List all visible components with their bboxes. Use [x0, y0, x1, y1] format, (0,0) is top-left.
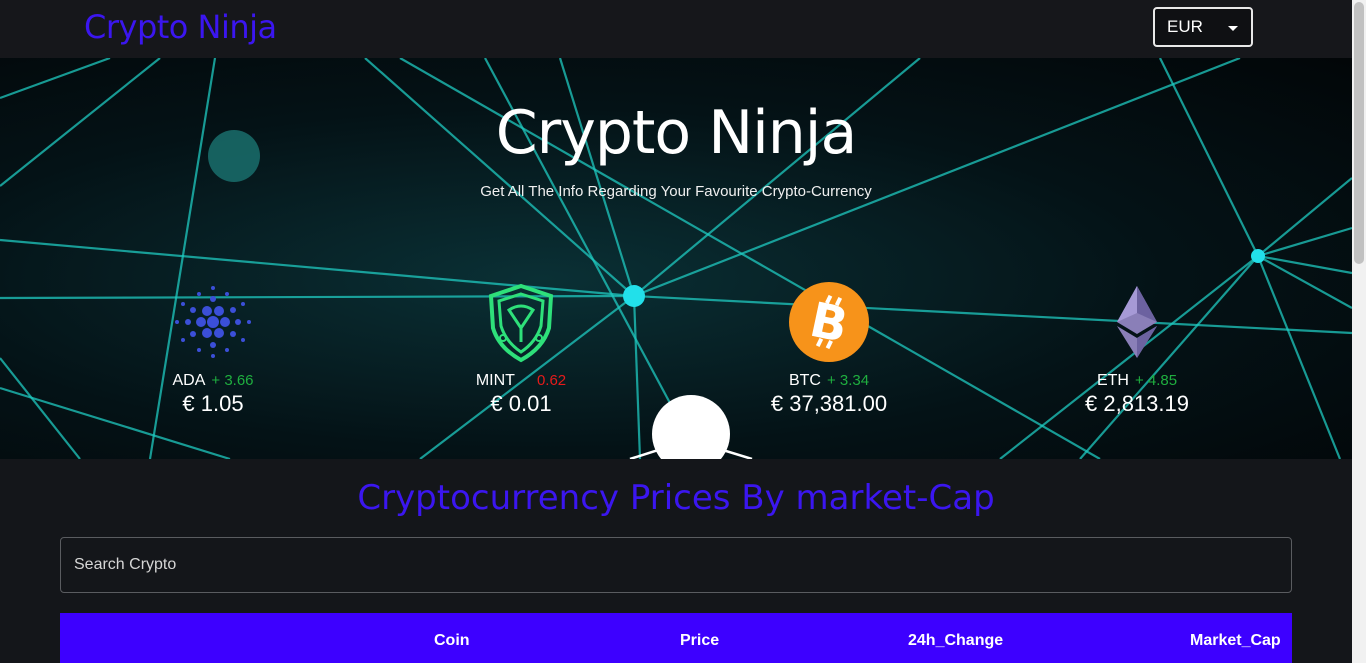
carousel-coin-mint[interactable]: MINT 0.62 € 0.01 [421, 280, 621, 417]
currency-select[interactable]: EUR [1153, 7, 1253, 47]
coin-price: € 1.05 [182, 391, 244, 416]
hero-banner: Crypto Ninja Get All The Info Regarding … [0, 58, 1352, 459]
coin-price: € 0.01 [490, 391, 552, 416]
coin-change: 0.62 [536, 372, 567, 389]
section-title: Cryptocurrency Prices By market-Cap [357, 478, 995, 518]
coin-symbol: ETH [1096, 372, 1129, 389]
table-header: Coin Price 24h_Change Market_Cap [60, 613, 1292, 663]
carousel-coin-ada[interactable]: ADA + 3.66 € 1.05 [113, 280, 313, 417]
column-header-price[interactable]: Price [680, 632, 719, 650]
coin-change: + 4.85 [1134, 372, 1178, 389]
page: Crypto Ninja EUR Crypto Ninja Get All Th… [0, 0, 1366, 663]
coin-change: + 3.66 [211, 372, 254, 389]
coin-symbol: BTC [788, 372, 821, 389]
search-input[interactable] [60, 537, 1292, 593]
coin-change: + 3.34 [826, 372, 870, 389]
chevron-down-icon [1228, 26, 1238, 31]
mint-shield-icon [479, 280, 563, 364]
coin-price: € 2,813.19 [1085, 391, 1189, 416]
coin-symbol: ADA [172, 372, 206, 389]
app-logo[interactable]: Crypto Ninja [84, 8, 277, 46]
carousel-coin-eth[interactable]: ETH + 4.85 € 2,813.19 [1037, 280, 1237, 417]
column-header-market-cap[interactable]: Market_Cap [1190, 632, 1281, 650]
coin-price: € 37,381.00 [770, 391, 888, 416]
scrollbar-thumb[interactable] [1354, 2, 1364, 264]
coin-symbol: MINT [475, 372, 515, 389]
column-header-coin[interactable]: Coin [434, 632, 470, 650]
decorative-lines [629, 443, 753, 459]
hero-subtitle: Get All The Info Regarding Your Favourit… [480, 183, 872, 200]
cardano-icon [171, 280, 255, 364]
carousel-coin-btc[interactable]: B BTC + 3.34 € 37,381.00 [729, 280, 929, 417]
page-scrollbar[interactable] [1352, 0, 1366, 663]
top-navbar: Crypto Ninja EUR [0, 0, 1352, 58]
hero-title: Crypto Ninja [495, 98, 857, 168]
column-header-24h-change[interactable]: 24h_Change [908, 632, 1003, 650]
bitcoin-icon: B [787, 280, 871, 364]
ethereum-icon [1095, 280, 1179, 364]
currency-value: EUR [1167, 17, 1203, 36]
